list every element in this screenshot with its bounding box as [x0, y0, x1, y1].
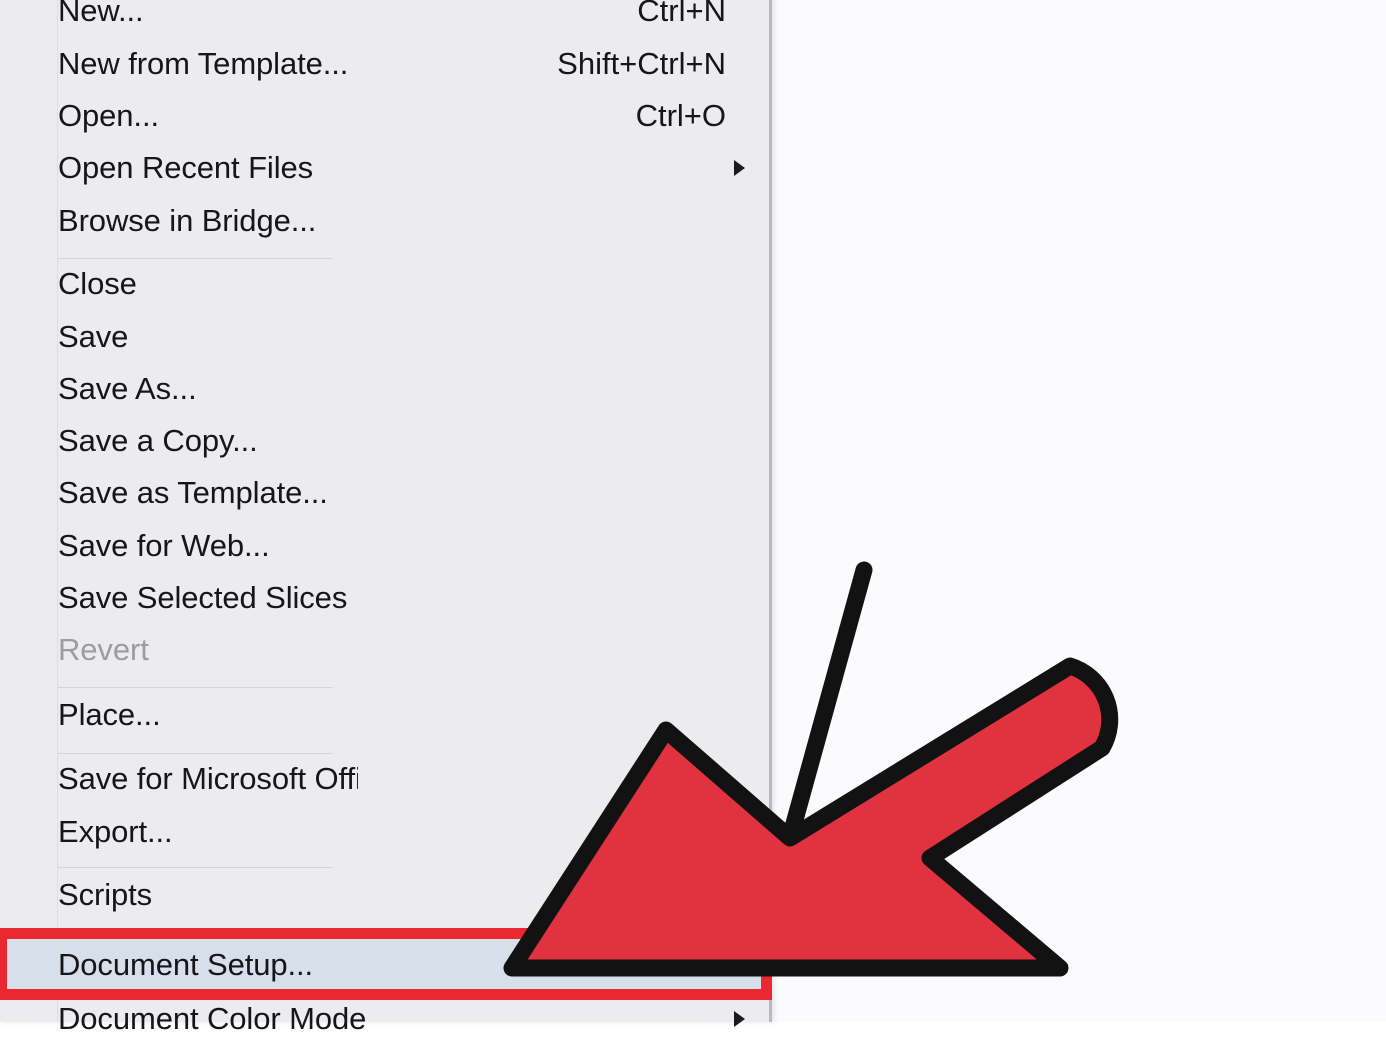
- menu-item-close[interactable]: Close: [58, 261, 768, 307]
- menu-item-label: Open...: [58, 98, 159, 133]
- menu-item-save-for-web[interactable]: Save for Web...: [58, 523, 768, 569]
- menu-item-label: Save Selected Slices: [58, 580, 348, 615]
- menu-item-label: Place...: [58, 697, 161, 732]
- menu-item-document-color-mode[interactable]: Document Color Mode: [58, 996, 768, 1042]
- menu-item-label: Save As...: [58, 371, 197, 406]
- menu-item-label: Export...: [58, 814, 173, 849]
- menu-item-browse-in-bridge[interactable]: Browse in Bridge...: [58, 198, 768, 244]
- menu-item-label: New from Template...: [58, 46, 349, 81]
- menu-item-place[interactable]: Place...: [58, 692, 768, 738]
- menu-item-save-a-copy[interactable]: Save a Copy...: [58, 418, 768, 464]
- menu-item-shortcut: Shift+Ctrl+N: [557, 46, 726, 81]
- menu-item-save-selected-slices[interactable]: Save Selected Slices: [58, 575, 768, 621]
- menu-item-save-for-microsoft-office[interactable]: Save for Microsoft Office...: [58, 756, 768, 802]
- menu-item-label: Save as Template...: [58, 475, 328, 510]
- menu-separator: [58, 258, 333, 259]
- menu-item-label: Browse in Bridge...: [58, 203, 317, 238]
- menu-item-revert: Revert: [58, 627, 768, 673]
- menu-item-label: Save: [58, 319, 129, 354]
- menu-item-label: New...: [58, 0, 144, 28]
- menu-item-label: Revert: [58, 632, 149, 667]
- menu-item-label: Scripts: [58, 877, 153, 912]
- menu-item-label: Close: [58, 266, 137, 301]
- menu-item-open-recent-files[interactable]: Open Recent Files: [58, 145, 768, 191]
- menu-separator: [58, 687, 333, 688]
- menu-item-scripts[interactable]: Scripts: [58, 872, 768, 918]
- menu-item-label: Document Color Mode: [58, 1001, 367, 1036]
- menu-item-label: Open Recent Files: [58, 150, 314, 185]
- menu-item-save-as-template[interactable]: Save as Template...: [58, 470, 768, 516]
- chevron-right-icon: [734, 160, 745, 176]
- menu-separator: [58, 867, 333, 868]
- menu-item-shortcut: Ctrl+N: [637, 0, 726, 28]
- menu-item-label: Save for Microsoft Office...: [58, 761, 358, 796]
- menu-item-document-setup[interactable]: Document Setup...: [58, 945, 758, 985]
- menu-item-new-from-template[interactable]: New from Template... Shift+Ctrl+N: [58, 41, 768, 87]
- file-menu-dropdown[interactable]: New... Ctrl+N New from Template... Shift…: [0, 0, 772, 1036]
- menu-item-open[interactable]: Open... Ctrl+O: [58, 93, 768, 139]
- menu-item-label: Save for Web...: [58, 528, 270, 563]
- menu-separator: [58, 753, 333, 754]
- menu-item-label: Document Setup...: [58, 947, 314, 982]
- menu-item-label: Save a Copy...: [58, 423, 258, 458]
- menu-item-export[interactable]: Export...: [58, 809, 768, 855]
- chevron-right-icon: [734, 1011, 745, 1027]
- menu-item-save-as[interactable]: Save As...: [58, 366, 768, 412]
- menu-item-save[interactable]: Save: [58, 314, 768, 360]
- menu-item-new[interactable]: New... Ctrl+N: [58, 0, 768, 34]
- menu-item-shortcut: Ctrl+O: [635, 98, 726, 133]
